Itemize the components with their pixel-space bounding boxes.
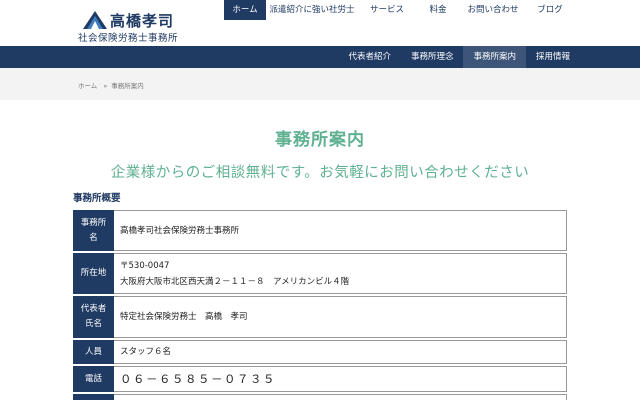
sub-nav-item-office-info[interactable]: 事務所案内 xyxy=(463,46,526,68)
breadcrumb-home-link[interactable]: ホーム xyxy=(78,82,97,90)
table-row: 人員 スタッフ６名 xyxy=(73,340,567,364)
row-value-phone: ０６－６５８５－０７３５ xyxy=(114,366,567,392)
breadcrumb-separator: » xyxy=(103,82,108,90)
logo-name: 高橋孝司 xyxy=(110,12,175,30)
table-row: 代表者氏名 特定社会保険労務士 高橋 孝司 xyxy=(73,296,567,338)
row-label-representative: 代表者氏名 xyxy=(73,296,114,338)
row-label-staff: 人員 xyxy=(73,340,114,364)
office-info-table: 事務所名 高橋孝司社会保険労務士事務所 所在地 〒530-0047 大阪府大阪市北… xyxy=(73,208,567,400)
row-label-phone: 電話 xyxy=(73,366,114,392)
sub-nav-item-recruit[interactable]: 採用情報 xyxy=(526,46,580,68)
row-label-address: 所在地 xyxy=(73,253,114,294)
top-nav-item-dispatch[interactable]: 派遣紹介に強い社労士 xyxy=(266,0,358,20)
postal-code: 〒530-0047 xyxy=(120,260,170,271)
top-nav-item-pricing[interactable]: 料金 xyxy=(416,0,460,20)
top-nav-item-services[interactable]: サービス xyxy=(358,0,416,20)
top-nav-item-blog[interactable]: ブログ xyxy=(526,0,574,20)
address-line: 大阪府大阪市北区西天満２－１１－８ アメリカンビル４階 xyxy=(120,276,350,287)
site-header: 高橋孝司 社会保険労務士事務所 ホーム 派遣紹介に強い社労士 サービス 料金 お… xyxy=(0,0,640,46)
row-value-staff: スタッフ６名 xyxy=(114,340,567,364)
mountain-logo-icon xyxy=(83,11,107,29)
phone-number[interactable]: ０６－６５８５－０７３５ xyxy=(120,372,276,386)
row-label-next xyxy=(73,394,114,400)
breadcrumb-current: 事務所案内 xyxy=(111,82,144,90)
row-value-next xyxy=(114,394,567,400)
table-row xyxy=(73,394,567,400)
site-logo[interactable]: 高橋孝司 社会保険労務士事務所 xyxy=(78,8,198,44)
section-heading: 事務所概要 xyxy=(73,193,121,204)
page-title: 事務所案内 xyxy=(275,130,365,150)
top-nav-item-contact[interactable]: お問い合わせ xyxy=(460,0,526,20)
sub-nav: 代表者紹介 事務所理念 事務所案内 採用情報 xyxy=(338,46,580,68)
row-label-office-name: 事務所名 xyxy=(73,210,114,251)
breadcrumb: ホーム » 事務所案内 xyxy=(0,68,640,100)
sub-nav-bar: 代表者紹介 事務所理念 事務所案内 採用情報 xyxy=(0,46,640,68)
row-value-address: 〒530-0047 大阪府大阪市北区西天満２－１１－８ アメリカンビル４階 xyxy=(114,253,567,294)
sub-nav-item-representative[interactable]: 代表者紹介 xyxy=(338,46,401,68)
table-row: 所在地 〒530-0047 大阪府大阪市北区西天満２－１１－８ アメリカンビル４階 xyxy=(73,253,567,294)
row-value-representative: 特定社会保険労務士 高橋 孝司 xyxy=(114,296,567,338)
sub-nav-item-philosophy[interactable]: 事務所理念 xyxy=(401,46,464,68)
row-value-office-name: 高橋孝司社会保険労務士事務所 xyxy=(114,210,567,251)
table-row: 電話 ０６－６５８５－０７３５ xyxy=(73,366,567,392)
top-nav: ホーム 派遣紹介に強い社労士 サービス 料金 お問い合わせ ブログ xyxy=(224,0,574,20)
logo-subtitle: 社会保険労務士事務所 xyxy=(78,33,179,44)
page-lead: 企業様からのご相談無料です。お気軽にお問い合わせください xyxy=(110,165,530,181)
table-row: 事務所名 高橋孝司社会保険労務士事務所 xyxy=(73,210,567,251)
top-nav-item-home[interactable]: ホーム xyxy=(224,0,266,20)
